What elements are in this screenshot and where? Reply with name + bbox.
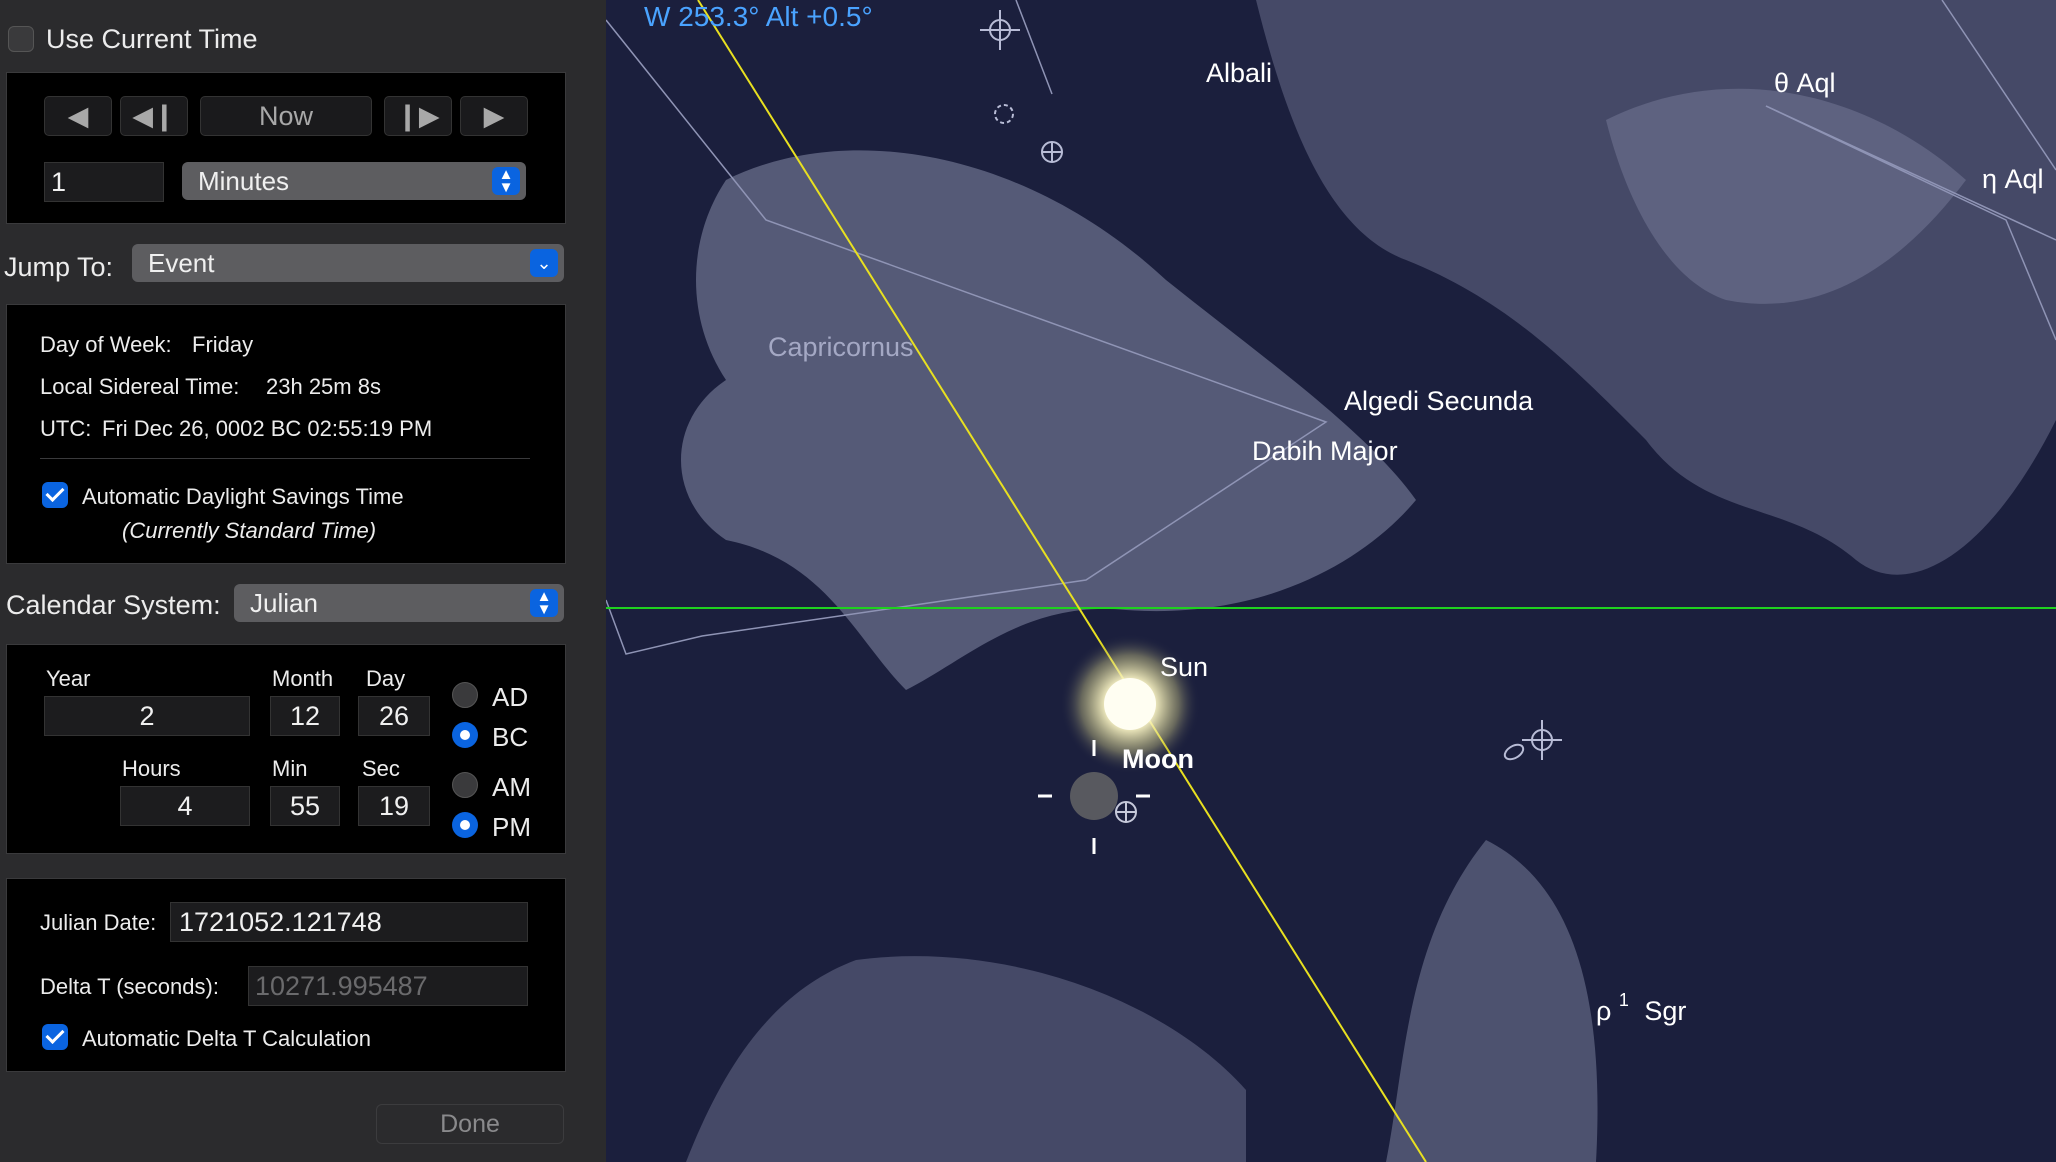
rho-sgr-name: Sgr — [1644, 996, 1686, 1026]
delta-t-label: Delta T (seconds): — [40, 974, 219, 999]
min-value: 55 — [289, 790, 321, 821]
step-forward-button[interactable]: ❙▶ — [384, 96, 452, 136]
dst-note: (Currently Standard Time) — [122, 518, 377, 543]
star-label-eta-aql[interactable]: η Aql — [1982, 164, 2044, 194]
triangle-right-icon: ▶ — [483, 100, 505, 131]
bc-radio[interactable] — [452, 722, 478, 748]
julian-date-label: Julian Date: — [40, 910, 157, 935]
year-label: Year — [46, 666, 91, 691]
month-label: Month — [272, 666, 334, 691]
ad-label: AD — [492, 682, 529, 712]
target-icon — [1041, 141, 1063, 163]
use-current-time-checkbox[interactable] — [8, 26, 34, 52]
min-label: Min — [272, 756, 308, 781]
hours-input[interactable]: 4 — [120, 786, 250, 826]
utc-value: Fri Dec 26, 0002 BC 02:55:19 PM — [102, 416, 433, 441]
ad-radio[interactable] — [452, 682, 478, 708]
delta-t-value: 10271.995487 — [255, 970, 428, 1001]
year-input[interactable]: 2 — [44, 696, 250, 736]
calendar-system-label: Calendar System: — [6, 590, 221, 620]
sky-chart[interactable]: W 253.3° Alt +0.5° Capricornus Albali θ … — [606, 0, 2056, 1162]
up-down-arrows-icon: ▲ ▼ — [530, 589, 558, 617]
now-button-label: Now — [258, 100, 313, 131]
chevron-down-icon: ⌄ — [530, 249, 558, 277]
step-back-fast-button[interactable]: ◀ — [44, 96, 112, 136]
auto-dst-checkbox[interactable] — [42, 482, 68, 508]
sun[interactable] — [1104, 678, 1156, 730]
moon-label[interactable]: Moon — [1122, 744, 1194, 774]
pm-radio[interactable] — [452, 812, 478, 838]
direction-altitude-readout: W 253.3° Alt +0.5° — [644, 1, 873, 32]
rho-superscript: 1 — [1619, 990, 1629, 1010]
auto-delta-t-label: Automatic Delta T Calculation — [82, 1026, 371, 1051]
min-input[interactable]: 55 — [270, 786, 340, 826]
day-input[interactable]: 26 — [358, 696, 430, 736]
star-label-algedi-secunda[interactable]: Algedi Secunda — [1344, 386, 1534, 416]
sec-value: 19 — [378, 790, 410, 821]
hours-value: 4 — [177, 790, 193, 821]
done-button[interactable]: Done — [376, 1104, 564, 1144]
step-forward-icon: ❙▶ — [396, 100, 440, 131]
sun-label[interactable]: Sun — [1160, 652, 1208, 682]
auto-dst-label: Automatic Daylight Savings Time — [82, 484, 404, 509]
month-input[interactable]: 12 — [270, 696, 340, 736]
auto-delta-t-checkbox[interactable] — [42, 1024, 68, 1050]
am-radio[interactable] — [452, 772, 478, 798]
julian-date-value: 1721052.121748 — [179, 906, 382, 937]
constellation-name: Capricornus — [768, 332, 914, 362]
now-button[interactable]: Now — [200, 96, 372, 136]
target-icon — [1115, 801, 1137, 823]
day-of-week-label: Day of Week: — [40, 332, 172, 357]
step-forward-fast-button[interactable]: ▶ — [460, 96, 528, 136]
step-unit-select[interactable]: Minutes ▲ ▼ — [182, 162, 526, 200]
step-back-icon: ◀❙ — [132, 100, 176, 131]
step-unit-value: Minutes — [198, 165, 290, 196]
step-back-button[interactable]: ◀❙ — [120, 96, 188, 136]
divider — [40, 458, 530, 459]
utc-label: UTC: — [40, 416, 92, 441]
star-label-dabih-major[interactable]: Dabih Major — [1252, 436, 1398, 466]
month-value: 12 — [289, 700, 321, 731]
up-down-arrows-icon: ▲ ▼ — [492, 167, 520, 195]
sec-input[interactable]: 19 — [358, 786, 430, 826]
done-button-label: Done — [440, 1109, 500, 1138]
step-amount-value: 1 — [51, 166, 67, 197]
bc-label: BC — [492, 722, 529, 752]
jump-to-label: Jump To: — [4, 252, 114, 282]
star-label-albali[interactable]: Albali — [1206, 58, 1272, 88]
hours-label: Hours — [122, 756, 181, 781]
triangle-left-icon: ◀ — [67, 100, 89, 131]
moon[interactable] — [1070, 772, 1118, 820]
sidereal-time-label: Local Sidereal Time: — [40, 374, 240, 399]
day-label: Day — [366, 666, 406, 691]
jump-to-value: Event — [148, 247, 215, 278]
rho-greek: ρ — [1596, 996, 1611, 1026]
sidereal-time-value: 23h 25m 8s — [266, 374, 381, 399]
sec-label: Sec — [362, 756, 400, 781]
day-value: 26 — [378, 700, 410, 731]
use-current-time-label: Use Current Time — [46, 24, 258, 54]
delta-t-input[interactable]: 10271.995487 — [248, 966, 528, 1006]
am-label: AM — [492, 772, 531, 802]
year-value: 2 — [139, 700, 155, 731]
step-amount-input[interactable]: 1 — [44, 162, 164, 202]
date-time-panel: Use Current Time ◀ ◀❙ Now ❙▶ ▶ 1 Minutes… — [0, 0, 606, 1162]
jump-to-select[interactable]: Event ⌄ — [132, 244, 564, 282]
calendar-system-value: Julian — [250, 587, 318, 618]
calendar-system-select[interactable]: Julian ▲ ▼ — [234, 584, 564, 622]
day-of-week-value: Friday — [192, 332, 254, 357]
star-label-theta-aql[interactable]: θ Aql — [1774, 68, 1836, 98]
pm-label: PM — [492, 812, 531, 842]
julian-date-input[interactable]: 1721052.121748 — [170, 902, 528, 942]
